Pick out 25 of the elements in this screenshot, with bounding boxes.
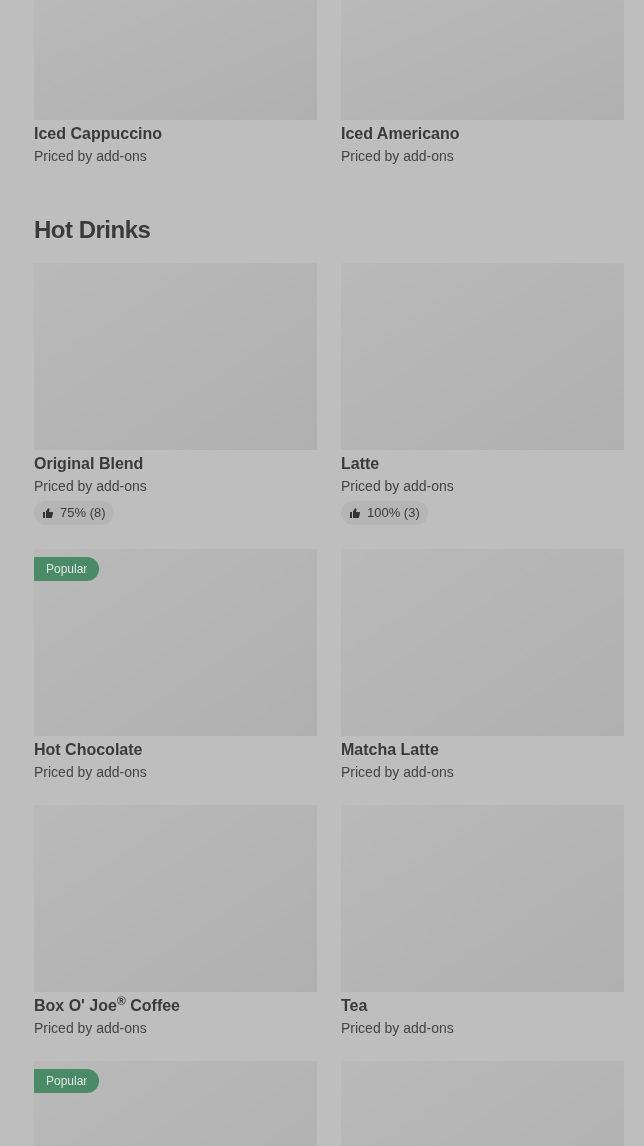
- item-name[interactable]: Box O' Joe$^{®}$ Coffee: [34, 996, 317, 1016]
- item-price-note: Priced by add-ons: [341, 763, 455, 781]
- item-price-note: Priced by add-ons: [341, 477, 455, 495]
- item-price-note: Priced by add-ons: [34, 763, 148, 781]
- item-name[interactable]: Matcha Latte: [341, 740, 624, 760]
- item-price-note: Priced by add-ons: [341, 147, 455, 165]
- image-placeholder[interactable]: Popular: [34, 549, 317, 736]
- item-price-note: Priced by add-ons: [34, 477, 148, 495]
- item-price-note: Priced by add-ons: [34, 1019, 148, 1037]
- popular-badge: Popular: [34, 557, 100, 581]
- section-heading: Hot Drinks: [34, 215, 152, 245]
- item-name[interactable]: Iced Cappuccino: [34, 124, 317, 144]
- item-name[interactable]: Original Blend: [34, 454, 317, 474]
- image-placeholder[interactable]: Popular: [34, 1061, 317, 1146]
- thumbs-up-icon: [42, 507, 54, 519]
- rating-text: 100% (3): [367, 504, 420, 523]
- item-name[interactable]: Hot Chocolate: [34, 740, 317, 760]
- item-name[interactable]: Iced Americano: [341, 124, 624, 144]
- item-name[interactable]: Latte: [341, 454, 624, 474]
- item-name[interactable]: Tea: [341, 996, 624, 1016]
- thumbs-up-icon: [349, 507, 361, 519]
- item-price-note: Priced by add-ons: [341, 1019, 455, 1037]
- item-price-note: Priced by add-ons: [34, 147, 148, 165]
- popular-badge: Popular: [34, 1069, 100, 1093]
- rating-text: 75% (8): [60, 504, 106, 523]
